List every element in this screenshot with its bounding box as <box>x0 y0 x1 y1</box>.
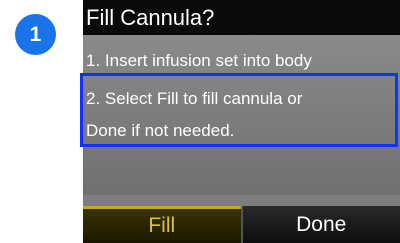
instruction-step-1: 1. Insert infusion set into body <box>86 51 312 70</box>
step-number-badge: 1 <box>15 14 56 55</box>
done-softkey[interactable]: Done <box>240 206 400 243</box>
softkey-bar: Fill Done <box>83 206 400 243</box>
pump-screen: Fill Cannula? 1. Insert infusion set int… <box>83 0 400 243</box>
instruction-step-2-line-b: Done if not needed. <box>86 121 235 140</box>
instruction-step-2-line-a: 2. Select Fill to fill cannula or <box>86 89 303 108</box>
fill-softkey[interactable]: Fill <box>83 206 241 243</box>
instructions-area: 1. Insert infusion set into body 2. Sele… <box>83 35 400 195</box>
screen-title: Fill Cannula? <box>83 0 400 35</box>
